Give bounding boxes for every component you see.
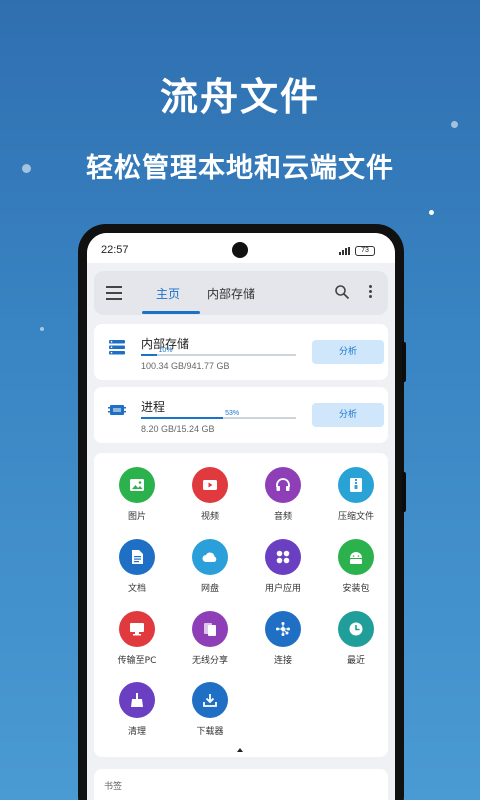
analyze-memory-button[interactable]: 分析 [312,403,384,427]
category-label: 下载器 [196,727,224,737]
category-grid: 图片 视频 音频 压缩文件文档 网盘 用户应用 安装包传输至PC 无线分享 连接 最近清理 下载器 [94,453,388,757]
category-download[interactable]: 下载器 [175,682,245,737]
memory-percent: 53% [225,410,240,417]
category-archive[interactable]: 压缩文件 [321,467,391,522]
camera-cutout [232,242,248,258]
tab-home[interactable]: 主页 [156,285,180,302]
storage-percent: 10% [158,347,173,354]
monitor-icon [119,611,155,647]
document-icon [119,539,155,575]
decor-dot [451,121,458,128]
category-share[interactable]: 无线分享 [175,611,245,666]
signal-icon [339,247,353,255]
phone-frame: 22:57 73 主页 内部存储 内部存储 10% 100.34 GB/941.… [78,224,406,800]
category-label: 文档 [127,584,146,594]
storage-card-internal[interactable]: 内部存储 10% 100.34 GB/941.77 GB 分析 [94,324,388,380]
menu-icon[interactable] [106,286,122,300]
process-title: 进程 [141,400,166,414]
hero-subtitle: 轻松管理本地和云端文件 [86,153,394,184]
category-label: 连接 [273,656,292,666]
bookmarks-title: 书签 [104,782,123,792]
storage-icon [109,340,125,355]
connect-icon [265,611,301,647]
tab-indicator [142,311,200,314]
phone-button [402,342,406,382]
category-label: 传输至PC [117,656,157,666]
category-document[interactable]: 文档 [102,539,172,594]
analyze-storage-button[interactable]: 分析 [312,340,384,364]
category-label: 视频 [200,512,219,522]
share-icon [192,611,228,647]
search-icon[interactable] [334,284,350,300]
storage-progress-bar: 10% [141,347,296,356]
category-label: 用户应用 [264,584,301,594]
category-android[interactable]: 安装包 [321,539,391,594]
category-label: 音频 [273,512,292,522]
category-label: 安装包 [342,584,370,594]
collapse-arrow-icon[interactable] [237,748,243,752]
bookmarks-card: 书签 [94,769,388,800]
status-time: 22:57 [101,244,129,256]
category-clock[interactable]: 最近 [321,611,391,666]
broom-icon [119,682,155,718]
category-label: 无线分享 [191,656,228,666]
headphones-icon [265,467,301,503]
toolbar: 主页 内部存储 [94,271,388,315]
tab-internal-storage[interactable]: 内部存储 [207,285,255,302]
memory-size: 8.20 GB/15.24 GB [141,424,215,434]
video-icon [192,467,228,503]
download-icon [192,682,228,718]
archive-icon [338,467,374,503]
category-apps[interactable]: 用户应用 [248,539,318,594]
category-label: 清理 [127,727,146,737]
hero-title: 流舟文件 [159,75,320,119]
category-label: 图片 [127,512,146,522]
category-connect[interactable]: 连接 [248,611,318,666]
category-headphones[interactable]: 音频 [248,467,318,522]
apps-icon [265,539,301,575]
phone-button [402,472,406,512]
storage-size: 100.34 GB/941.77 GB [141,361,230,371]
decor-dot [429,210,434,215]
process-card[interactable]: 进程 53% 8.20 GB/15.24 GB 分析 [94,387,388,443]
memory-progress-fill [141,417,224,419]
memory-chip-icon [108,405,126,415]
category-broom[interactable]: 清理 [102,682,172,737]
category-label: 网盘 [200,584,219,594]
image-icon [119,467,155,503]
category-cloud[interactable]: 网盘 [175,539,245,594]
cloud-icon [192,539,228,575]
phone-screen: 22:57 73 主页 内部存储 内部存储 10% 100.34 GB/941.… [87,233,395,800]
storage-progress-fill [141,354,157,356]
android-icon [338,539,374,575]
clock-icon [338,611,374,647]
category-image[interactable]: 图片 [102,467,172,522]
category-label: 压缩文件 [337,512,374,522]
more-options-icon[interactable] [368,284,374,300]
memory-progress-bar: 53% [141,410,296,419]
category-monitor[interactable]: 传输至PC [102,611,172,666]
status-bar: 22:57 73 [87,233,395,263]
battery-icon: 73 [355,246,375,256]
category-video[interactable]: 视频 [175,467,245,522]
category-label: 最近 [346,656,365,666]
decor-dot [40,327,44,331]
